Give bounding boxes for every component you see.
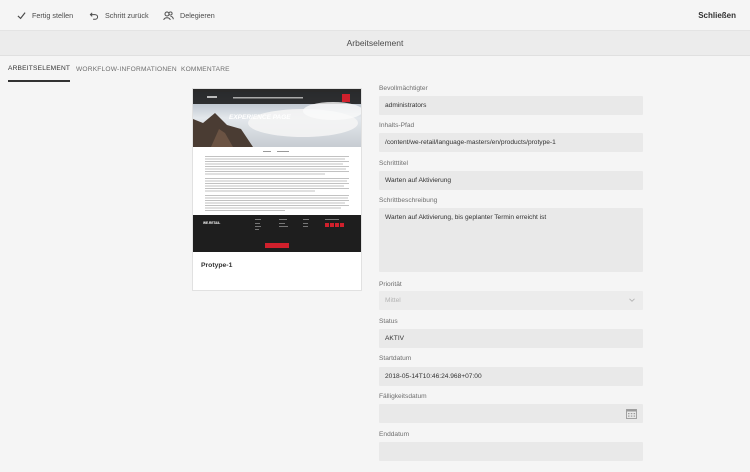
assignee-field[interactable]: administrators — [379, 96, 643, 115]
calendar-icon[interactable] — [625, 407, 638, 420]
step-description-label: Schrittbeschreibung — [379, 197, 438, 204]
step-title-field[interactable]: Warten auf Aktivierung — [379, 171, 643, 190]
complete-button[interactable]: Fertig stellen — [17, 0, 73, 31]
page-thumbnail: EXPERIENCE PAGE WE.RETAIL — [193, 89, 361, 252]
checkmark-icon — [17, 12, 26, 20]
start-date-label: Startdatum — [379, 355, 412, 362]
close-button[interactable]: Schließen — [698, 0, 736, 31]
priority-select[interactable]: Mittel — [379, 291, 643, 310]
step-back-button[interactable]: Schritt zurück — [89, 0, 149, 31]
chevron-down-icon — [629, 298, 635, 302]
end-date-field[interactable] — [379, 442, 643, 461]
tab-workflow-info[interactable]: WORKFLOW-INFORMATIONEN — [76, 56, 177, 82]
due-date-label: Fälligkeitsdatum — [379, 393, 427, 400]
payload-label: Inhalts-Pfad — [379, 122, 415, 129]
priority-value: Mittel — [385, 297, 401, 304]
assignee-label: Bevollmächtigter — [379, 85, 428, 92]
payload-field[interactable]: /content/we-retail/language-masters/en/p… — [379, 133, 643, 152]
delegate-button[interactable]: Delegieren — [163, 0, 215, 31]
users-icon — [163, 10, 174, 20]
step-title-label: Schritttitel — [379, 160, 408, 167]
title-bar: Arbeitselement — [0, 31, 750, 56]
step-description-field[interactable]: Warten auf Aktivierung, bis geplanter Te… — [379, 208, 643, 272]
page-title: Arbeitselement — [346, 38, 404, 48]
card-title: Protype-1 — [201, 262, 233, 269]
complete-label: Fertig stellen — [32, 11, 74, 20]
preview-headline: EXPERIENCE PAGE — [229, 114, 291, 121]
status-field[interactable]: AKTIV — [379, 329, 643, 348]
action-toolbar: Fertig stellen Schritt zurück Delegieren… — [0, 0, 750, 31]
tab-bar: ARBEITSELEMENT WORKFLOW-INFORMATIONEN KO… — [0, 56, 750, 82]
end-date-label: Enddatum — [379, 431, 410, 438]
priority-label: Priorität — [379, 281, 402, 288]
due-date-field[interactable] — [379, 404, 643, 423]
delegate-label: Delegieren — [180, 11, 215, 20]
preview-logo: WE.RETAIL — [203, 221, 220, 225]
step-back-label: Schritt zurück — [105, 11, 149, 20]
payload-card[interactable]: EXPERIENCE PAGE WE.RETAIL Protype-1 — [192, 88, 362, 291]
status-label: Status — [379, 318, 398, 325]
tab-comments[interactable]: KOMMENTARE — [181, 56, 230, 82]
undo-icon — [89, 12, 99, 20]
start-date-field[interactable]: 2018-05-14T10:46:24.968+07:00 — [379, 367, 643, 386]
tab-work-item[interactable]: ARBEITSELEMENT — [8, 56, 71, 82]
